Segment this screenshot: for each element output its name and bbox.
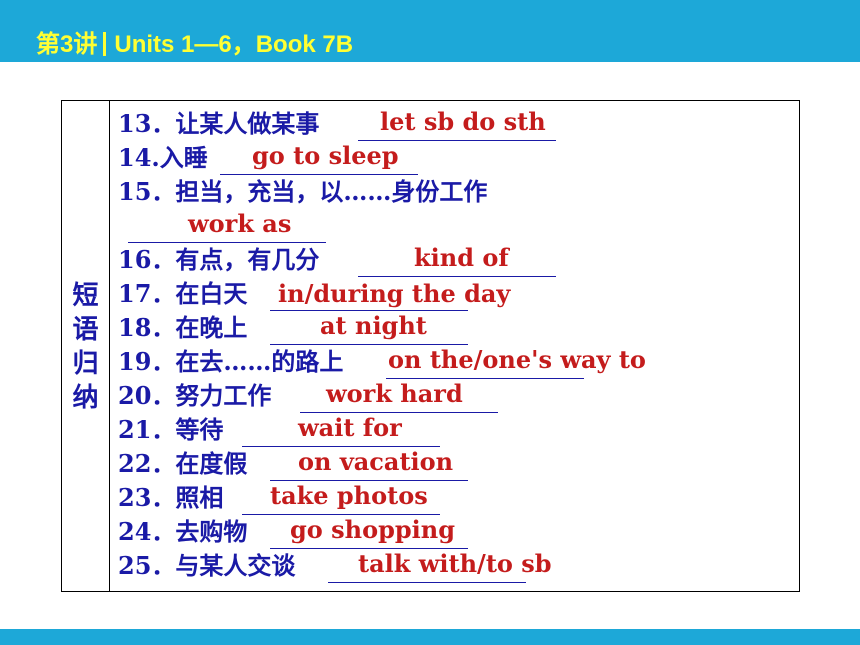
phrase-answer: work hard [326, 379, 463, 408]
phrase-row-continuation: work as [118, 209, 798, 243]
phrase-number: 25． [118, 551, 176, 580]
phrase-answer: on vacation [298, 447, 454, 476]
phrase-number: 22． [118, 449, 176, 478]
phrase-chinese: 在度假 [175, 449, 248, 478]
phrase-chinese: 等待 [175, 415, 224, 444]
phrase-row: 20．努力工作 work hard [118, 379, 798, 413]
phrase-row: 18．在晚上 at night [118, 311, 798, 345]
footer-bar [0, 629, 860, 645]
side-label-char: 短 [72, 281, 99, 311]
phrase-answer: let sb do sth [380, 107, 546, 136]
slide-title: 第3讲 Units 1—6，Book 7B [36, 30, 353, 60]
phrase-row: 13．让某人做某事 let sb do sth [118, 107, 798, 141]
side-label-char: 归 [72, 349, 99, 379]
phrase-chinese: 在晚上 [175, 313, 248, 342]
phrase-chinese: 担当，充当，以……身份工作 [175, 177, 488, 206]
phrase-answer: at night [320, 311, 427, 340]
phrase-chinese: 照相 [175, 483, 224, 512]
phrase-row: 14.入睡 go to sleep [118, 141, 798, 175]
phrase-number: 20． [118, 381, 176, 410]
side-label-char: 纳 [72, 383, 99, 413]
phrase-list: 13．让某人做某事 let sb do sth 14.入睡 go to slee… [118, 107, 798, 583]
phrase-chinese: 与某人交谈 [175, 551, 296, 580]
phrase-row: 15．担当，充当，以……身份工作 [118, 175, 798, 209]
phrase-chinese: 去购物 [175, 517, 248, 546]
phrase-answer: go to sleep [252, 141, 399, 170]
phrase-answer: kind of [414, 243, 509, 272]
phrase-chinese: 在去……的路上 [175, 347, 344, 376]
phrase-number: 19． [118, 347, 176, 376]
phrase-answer: work as [188, 209, 292, 238]
phrase-row: 17．在白天 in/during the day [118, 277, 798, 311]
phrase-number: 21． [118, 415, 176, 444]
phrase-answer: take photos [270, 481, 428, 510]
phrase-chinese: 有点，有几分 [175, 245, 320, 274]
phrase-row: 24．去购物 go shopping [118, 515, 798, 549]
lesson-topic: Units 1—6，Book 7B [114, 31, 354, 58]
phrase-number: 13． [118, 109, 176, 138]
phrase-row: 19．在去……的路上 on the/one's way to [118, 345, 798, 379]
phrase-answer: wait for [298, 413, 402, 442]
phrase-row: 25．与某人交谈 talk with/to sb [118, 549, 798, 583]
phrase-number: 16． [118, 245, 176, 274]
side-label: 短 语 归 纳 [62, 279, 109, 415]
side-label-char: 语 [72, 315, 99, 345]
phrase-number: 24． [118, 517, 176, 546]
title-separator [103, 32, 107, 56]
phrase-number: 17． [118, 279, 176, 308]
phrase-answer: in/during the day [278, 279, 511, 308]
phrase-row: 23．照相 take photos [118, 481, 798, 515]
phrase-answer: go shopping [290, 515, 456, 544]
side-label-cell: 短 语 归 纳 [62, 101, 110, 591]
lesson-number: 第3讲 [36, 31, 98, 58]
phrase-chinese: 让某人做某事 [175, 109, 320, 138]
phrase-answer: talk with/to sb [358, 549, 552, 578]
phrase-table: 短 语 归 纳 13．让某人做某事 let sb do sth 14.入睡 go… [61, 100, 800, 592]
phrase-number: 14. [118, 143, 160, 172]
phrase-row: 21．等待 wait for [118, 413, 798, 447]
phrase-chinese: 努力工作 [175, 381, 272, 410]
phrase-row: 16．有点，有几分 kind of [118, 243, 798, 277]
phrase-number: 15． [118, 177, 176, 206]
phrase-answer: on the/one's way to [388, 345, 646, 374]
phrase-number: 18． [118, 313, 176, 342]
phrase-chinese: 入睡 [159, 143, 208, 172]
phrase-chinese: 在白天 [175, 279, 248, 308]
phrase-row: 22．在度假 on vacation [118, 447, 798, 481]
phrase-number: 23． [118, 483, 176, 512]
